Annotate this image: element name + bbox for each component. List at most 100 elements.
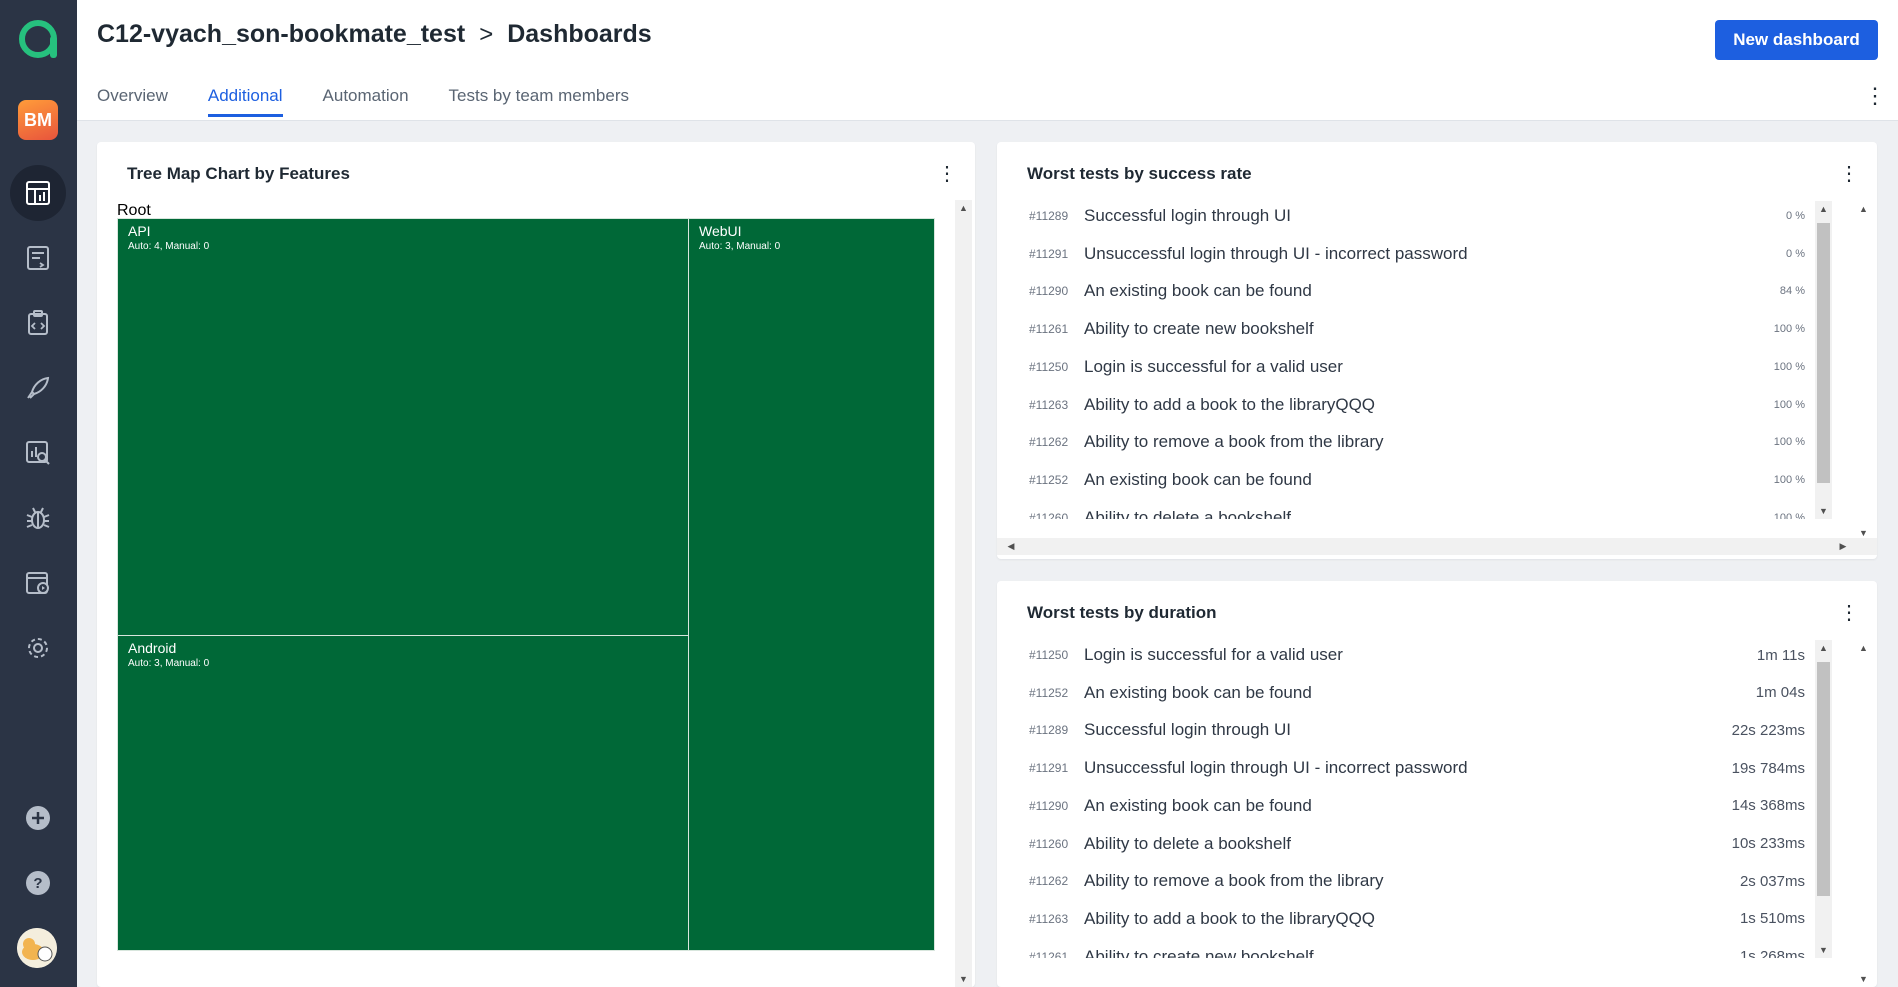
widget-menu-icon[interactable]: ⋮: [937, 164, 957, 184]
test-name[interactable]: Unsuccessful login through UI - incorrec…: [1084, 244, 1468, 264]
list-item[interactable]: #11289 Successful login through UI 22s 223…: [1027, 715, 1807, 745]
tab-overview[interactable]: Overview: [97, 82, 168, 116]
tab-tests-by-team-members[interactable]: Tests by team members: [449, 82, 629, 116]
list-scrollbar[interactable]: ▲ ▼: [1815, 201, 1832, 519]
defects-icon[interactable]: [10, 490, 66, 546]
test-id: #11261: [1029, 322, 1069, 337]
list-item[interactable]: #11250 Login is successful for a valid us…: [1027, 352, 1807, 382]
test-name[interactable]: An existing book can be found: [1084, 796, 1312, 816]
settings-icon[interactable]: [10, 620, 66, 676]
test-name[interactable]: Ability to add a book to the libraryQQQ: [1084, 909, 1375, 929]
scroll-left-icon[interactable]: ◀: [1003, 538, 1019, 555]
list-item[interactable]: #11262 Ability to remove a book from the …: [1027, 427, 1807, 457]
list-item[interactable]: #11252 An existing book can be found 1m 04…: [1027, 678, 1807, 708]
analytics-icon[interactable]: [10, 425, 66, 481]
test-name[interactable]: Ability to remove a book from the librar…: [1084, 432, 1384, 452]
scroll-down-icon[interactable]: ▼: [1815, 942, 1832, 958]
scroll-down-icon[interactable]: ▼: [955, 971, 972, 987]
dashboards-icon[interactable]: [10, 165, 66, 221]
test-duration: 1s 268ms: [1739, 948, 1805, 958]
test-id: #11289: [1029, 209, 1069, 223]
test-name[interactable]: Ability to add a book to the libraryQQQ: [1084, 395, 1375, 415]
treemap-node-name: API: [128, 223, 151, 239]
test-name[interactable]: Ability to remove a book from the librar…: [1084, 871, 1384, 891]
treemap-widget: Tree Map Chart by Features ⋮ Root API Au…: [97, 142, 975, 987]
test-name[interactable]: Successful login through UI: [1084, 206, 1291, 226]
test-success-rate: 100 %: [1773, 398, 1805, 411]
test-id: #11291: [1029, 246, 1069, 261]
test-name[interactable]: Successful login through UI: [1084, 720, 1291, 740]
scroll-right-icon[interactable]: ▶: [1835, 538, 1851, 555]
dashboard-tabs: Overview Additional Automation Tests by …: [97, 82, 669, 117]
project-badge[interactable]: BM: [18, 100, 58, 140]
scroll-up-icon[interactable]: ▲: [1855, 640, 1872, 656]
test-name[interactable]: An existing book can be found: [1084, 470, 1312, 490]
test-name[interactable]: Ability to create new bookshelf: [1084, 319, 1314, 339]
list-item[interactable]: #11260 Ability to delete a bookshelf 10s 2…: [1027, 829, 1807, 859]
list-item[interactable]: #11250 Login is successful for a valid us…: [1027, 640, 1807, 670]
more-options-icon[interactable]: ⋮: [1864, 84, 1886, 108]
test-name[interactable]: An existing book can be found: [1084, 683, 1312, 703]
scrollbar-thumb[interactable]: [1817, 662, 1830, 896]
test-name[interactable]: Ability to delete a bookshelf: [1084, 508, 1291, 519]
treemap-scrollbar[interactable]: ▲ ▼: [955, 200, 972, 987]
help-icon[interactable]: ?: [10, 855, 66, 911]
avatar[interactable]: [17, 928, 57, 968]
list-item[interactable]: #11261 Ability to create new bookshelf 100…: [1027, 314, 1807, 344]
treemap-node-name: Android: [128, 640, 177, 656]
breadcrumb-project[interactable]: C12-vyach_son-bookmate_test: [97, 20, 465, 49]
scroll-up-icon[interactable]: ▲: [1855, 201, 1872, 217]
list-item[interactable]: #11291 Unsuccessful login through UI - in…: [1027, 753, 1807, 783]
test-id: #11262: [1029, 874, 1069, 889]
list-item[interactable]: #11290 An existing book can be found 84 %: [1027, 276, 1807, 306]
horizontal-scrollbar[interactable]: ◀ ▶: [997, 538, 1877, 555]
list-item[interactable]: #11252 An existing book can be found 100 %: [1027, 465, 1807, 495]
panel-scrollbar[interactable]: ▲ ▼: [1855, 640, 1872, 987]
widget-menu-icon[interactable]: ⋮: [1839, 603, 1859, 623]
test-name[interactable]: Login is successful for a valid user: [1084, 357, 1343, 377]
scroll-up-icon[interactable]: ▲: [955, 200, 972, 216]
test-id: #11260: [1029, 510, 1069, 519]
treemap-node-api[interactable]: API Auto: 4, Manual: 0: [117, 218, 689, 636]
test-id: #11290: [1029, 284, 1069, 299]
app-logo-icon[interactable]: [17, 18, 59, 60]
list-item[interactable]: #11290 An existing book can be found 14s 3…: [1027, 791, 1807, 821]
add-icon[interactable]: [10, 790, 66, 846]
treemap-node-name: WebUI: [699, 223, 742, 239]
tab-additional[interactable]: Additional: [207, 82, 283, 117]
test-name[interactable]: Ability to create new bookshelf: [1084, 947, 1314, 958]
list-item[interactable]: #11260 Ability to delete a bookshelf 100 %: [1027, 503, 1807, 519]
scrollbar-thumb[interactable]: [1817, 223, 1830, 483]
scroll-down-icon[interactable]: ▼: [1855, 971, 1872, 987]
list-scrollbar[interactable]: ▲ ▼: [1815, 640, 1832, 958]
jobs-icon[interactable]: [10, 555, 66, 611]
list-item[interactable]: #11261 Ability to create new bookshelf 1s …: [1027, 942, 1807, 958]
treemap-node-webui[interactable]: WebUI Auto: 3, Manual: 0: [688, 218, 935, 951]
test-id: #11250: [1029, 359, 1069, 374]
scroll-down-icon[interactable]: ▼: [1815, 503, 1832, 519]
test-name[interactable]: Login is successful for a valid user: [1084, 645, 1343, 665]
launches-icon[interactable]: [10, 360, 66, 416]
widget-title: Tree Map Chart by Features: [127, 164, 350, 183]
new-dashboard-button[interactable]: New dashboard: [1715, 20, 1878, 60]
list-item[interactable]: #11263 Ability to add a book to the libra…: [1027, 904, 1807, 934]
test-name[interactable]: An existing book can be found: [1084, 281, 1312, 301]
test-name[interactable]: Ability to delete a bookshelf: [1084, 834, 1291, 854]
list-item[interactable]: #11263 Ability to add a book to the libra…: [1027, 390, 1807, 420]
test-plans-icon[interactable]: [10, 295, 66, 351]
tab-automation[interactable]: Automation: [323, 82, 409, 116]
treemap-node-detail: Auto: 4, Manual: 0: [128, 241, 210, 252]
list-item[interactable]: #11291 Unsuccessful login through UI - in…: [1027, 239, 1807, 269]
test-cases-icon[interactable]: [10, 230, 66, 286]
panel-scrollbar[interactable]: ▲ ▼: [1855, 201, 1872, 541]
list-item[interactable]: #11262 Ability to remove a book from the …: [1027, 866, 1807, 896]
test-id: #11291: [1029, 761, 1069, 776]
list-item[interactable]: #11289 Successful login through UI 0 %: [1027, 201, 1807, 231]
test-success-rate: 100 %: [1773, 360, 1805, 373]
widget-menu-icon[interactable]: ⋮: [1839, 164, 1859, 184]
test-name[interactable]: Unsuccessful login through UI - incorrec…: [1084, 758, 1468, 778]
scroll-up-icon[interactable]: ▲: [1815, 201, 1832, 217]
scroll-up-icon[interactable]: ▲: [1815, 640, 1832, 656]
treemap-node-android[interactable]: Android Auto: 3, Manual: 0: [117, 635, 689, 951]
page-header: C12-vyach_son-bookmate_test > Dashboards…: [77, 0, 1898, 121]
